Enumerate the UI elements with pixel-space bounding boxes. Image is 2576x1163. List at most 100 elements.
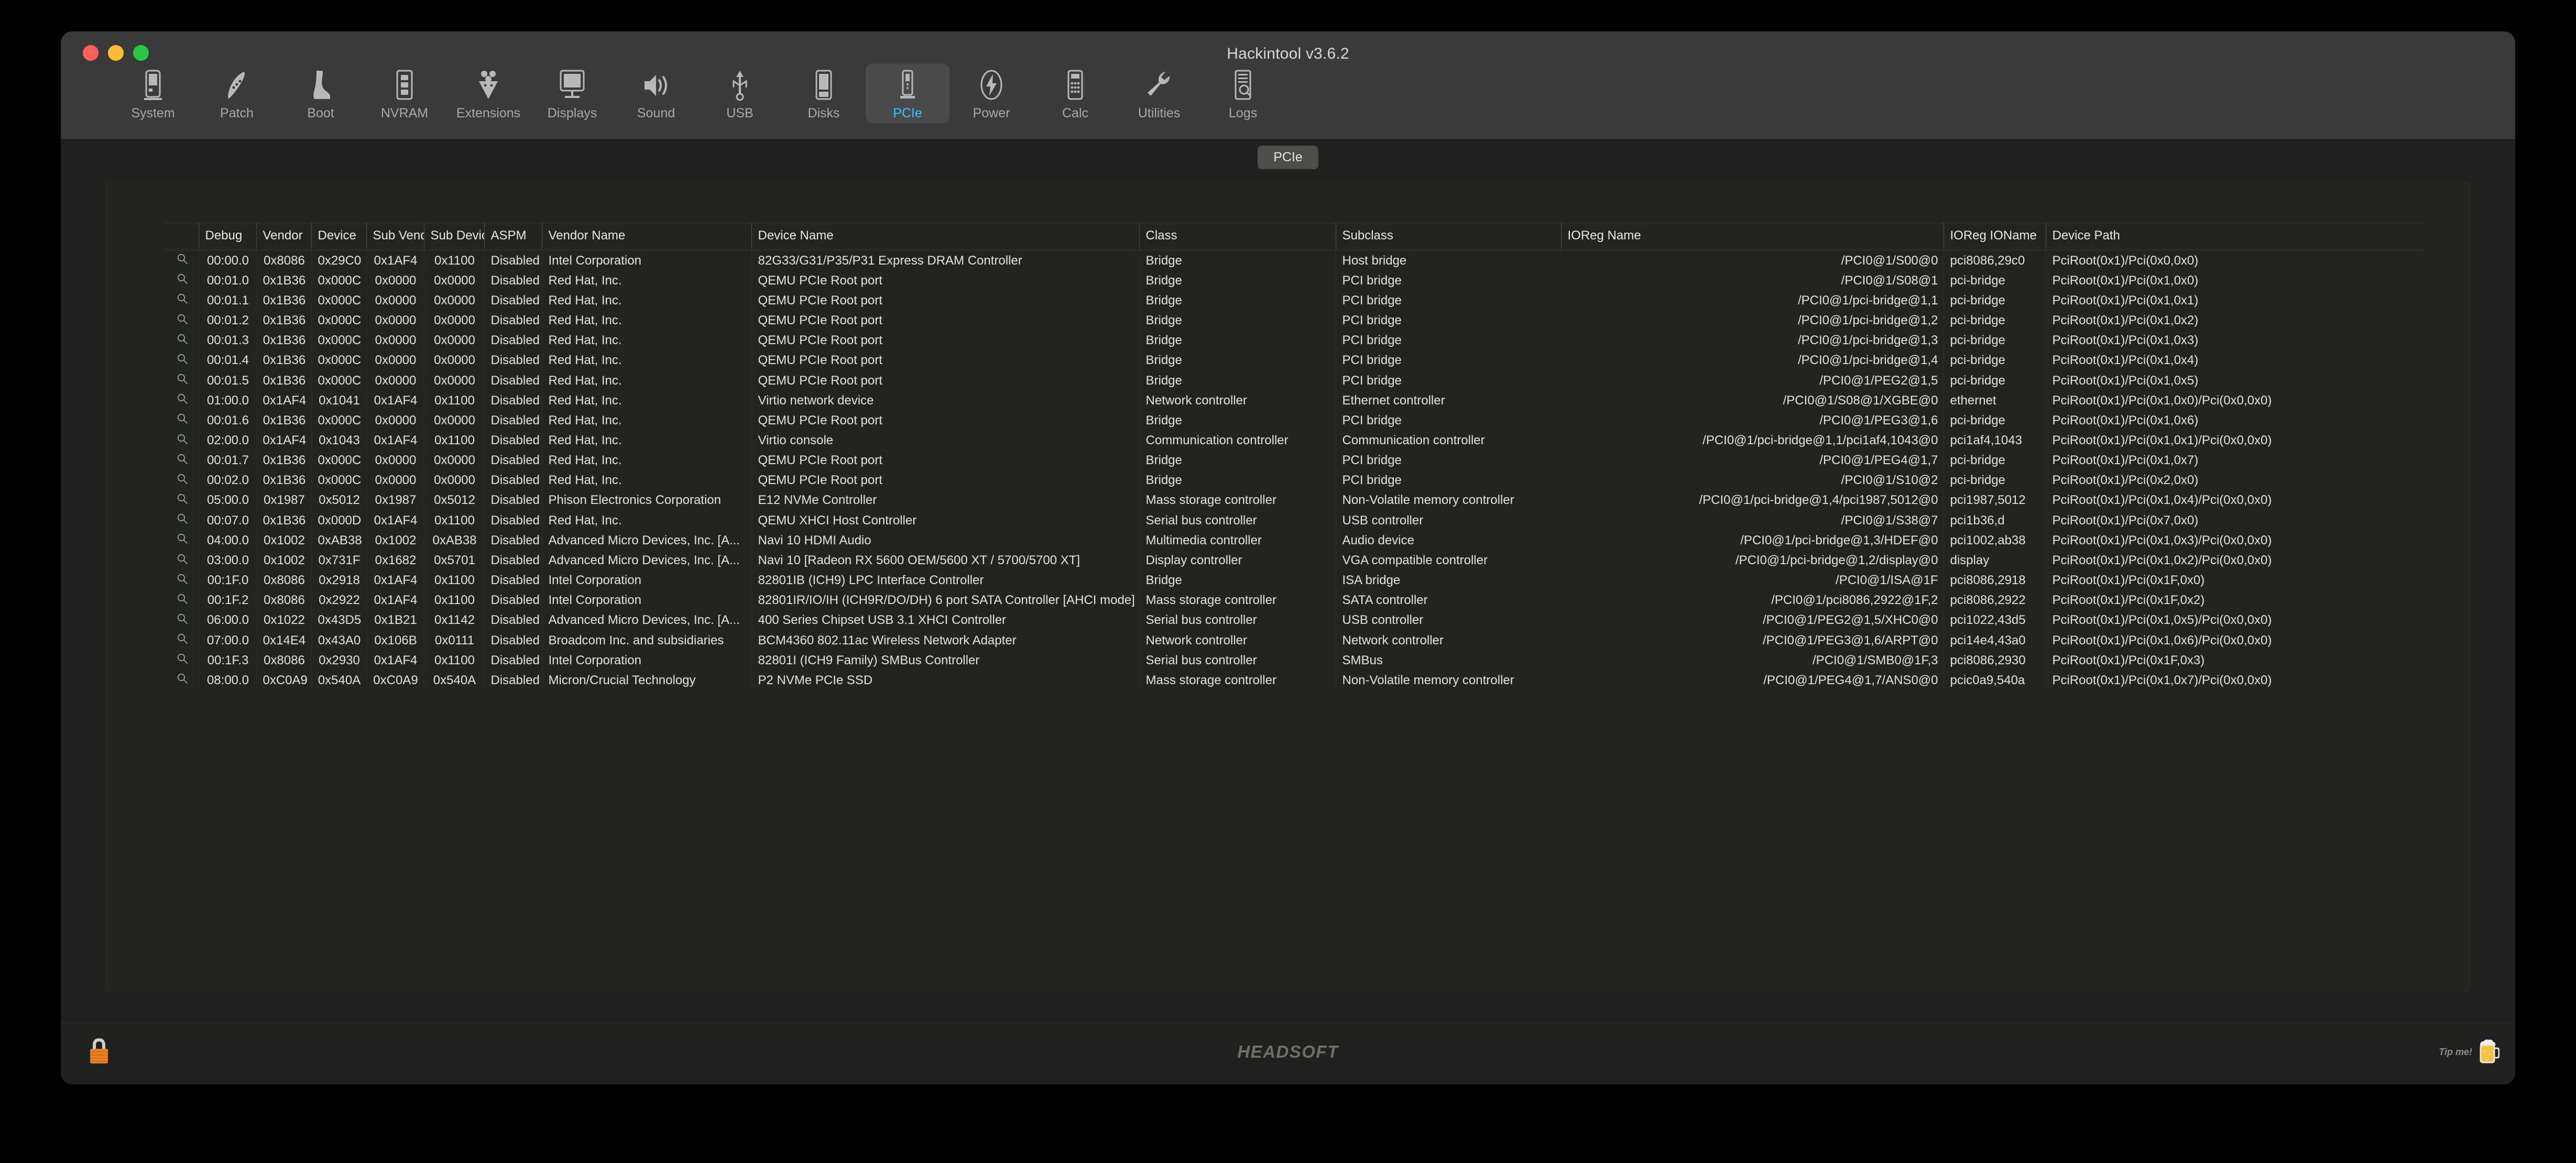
cell-device-path: PciRoot(0x1)/Pci(0x1,0x3) bbox=[2052, 333, 2199, 348]
cell-ioreg-ioname: pci1987,5012 bbox=[1944, 490, 2046, 511]
row-inspect-button[interactable] bbox=[165, 290, 199, 311]
row-inspect-button[interactable] bbox=[165, 370, 199, 391]
tab-pcie[interactable]: PCIe bbox=[1258, 145, 1318, 169]
row-inspect-button[interactable] bbox=[165, 570, 199, 590]
table-row[interactable]: 00:01.7 0x1B36 0x000C 0x0000 0x0000 Disabled R… bbox=[165, 450, 2424, 470]
table-row[interactable]: 00:00.0 0x8086 0x29C0 0x1AF4 0x1100 Disabled I… bbox=[165, 250, 2424, 271]
col-header-ioreg-name[interactable]: IOReg Name bbox=[1561, 223, 1944, 250]
toolbar-label: Extensions bbox=[456, 106, 521, 120]
table-row[interactable]: 00:01.3 0x1B36 0x000C 0x0000 0x0000 Disabled R… bbox=[165, 330, 2424, 350]
beer-mug-icon bbox=[2476, 1038, 2500, 1067]
col-header-class[interactable]: Class bbox=[1139, 223, 1336, 250]
cell-device-path: PciRoot(0x1)/Pci(0x1,0x0)/Pci(0x0,0x0) bbox=[2052, 393, 2272, 408]
row-inspect-button[interactable] bbox=[165, 310, 199, 331]
col-header-sub-device[interactable]: Sub Device bbox=[424, 223, 485, 250]
table-row[interactable]: 04:00.0 0x1002 0xAB38 0x1002 0xAB38 Disabled A… bbox=[165, 530, 2424, 551]
table-row[interactable]: 00:01.4 0x1B36 0x000C 0x0000 0x0000 Disabled R… bbox=[165, 350, 2424, 370]
table-row[interactable]: 00:1F.2 0x8086 0x2922 0x1AF4 0x1100 Disabled I… bbox=[165, 590, 2424, 610]
table-row[interactable]: 00:01.6 0x1B36 0x000C 0x0000 0x0000 Disabled R… bbox=[165, 410, 2424, 431]
cell-subclass: Audio device bbox=[1336, 530, 1562, 551]
magnifier-icon bbox=[177, 571, 188, 590]
magnifier-icon bbox=[177, 451, 188, 470]
toolbar-label: Boot bbox=[307, 106, 334, 120]
cell-device-path: PciRoot(0x1)/Pci(0x1,0x2)/Pci(0x0,0x0) bbox=[2052, 553, 2272, 567]
col-header-ioreg-ioname[interactable]: IOReg IOName bbox=[1944, 223, 2046, 250]
row-inspect-button[interactable] bbox=[165, 610, 199, 630]
toolbar-item-boot[interactable]: Boot bbox=[279, 64, 363, 123]
cell-vendor: 0x1002 bbox=[256, 550, 312, 570]
row-inspect-button[interactable] bbox=[165, 250, 199, 271]
row-inspect-button[interactable] bbox=[165, 590, 199, 610]
table-row[interactable]: 00:07.0 0x1B36 0x000D 0x1AF4 0x1100 Disabled R… bbox=[165, 510, 2424, 531]
col-header-debug[interactable]: Debug bbox=[198, 223, 257, 250]
toolbar-item-extensions[interactable]: Extensions bbox=[446, 64, 530, 123]
tip-me-button[interactable]: Tip me! bbox=[2439, 1038, 2500, 1067]
table-row[interactable]: 00:01.1 0x1B36 0x000C 0x0000 0x0000 Disabled R… bbox=[165, 290, 2424, 311]
toolbar-item-sound[interactable]: Sound bbox=[614, 64, 698, 123]
cell-vendor: 0x14E4 bbox=[256, 630, 312, 651]
toolbar-item-calc[interactable]: Calc bbox=[1033, 64, 1117, 123]
row-inspect-button[interactable] bbox=[165, 630, 199, 651]
cell-device-path: PciRoot(0x1)/Pci(0x1F,0x2) bbox=[2052, 593, 2205, 608]
col-header-vendor-name[interactable]: Vendor Name bbox=[542, 223, 752, 250]
cell-ioreg-ioname: display bbox=[1944, 550, 2046, 570]
col-header-spacer[interactable] bbox=[165, 223, 199, 250]
toolbar-item-patch[interactable]: Patch bbox=[195, 64, 279, 123]
cell-subclass: SMBus bbox=[1336, 650, 1562, 671]
row-inspect-button[interactable] bbox=[165, 350, 199, 370]
col-header-device[interactable]: Device bbox=[311, 223, 367, 250]
col-header-device-path[interactable]: Device Path bbox=[2046, 223, 2424, 250]
row-inspect-button[interactable] bbox=[165, 650, 199, 671]
cell-device-name: QEMU PCIe Root port bbox=[751, 470, 1140, 490]
toolbar-item-nvram[interactable]: NVRAM bbox=[363, 64, 446, 123]
table-row[interactable]: 00:1F.0 0x8086 0x2918 0x1AF4 0x1100 Disabled I… bbox=[165, 570, 2424, 590]
cell-ioreg-ioname: pci1af4,1043 bbox=[1944, 430, 2046, 451]
row-inspect-button[interactable] bbox=[165, 450, 199, 470]
toolbar-item-power[interactable]: Power bbox=[949, 64, 1033, 123]
table-row[interactable]: 00:01.0 0x1B36 0x000C 0x0000 0x0000 Disabled R… bbox=[165, 270, 2424, 291]
table-row[interactable]: 00:01.2 0x1B36 0x000C 0x0000 0x0000 Disabled R… bbox=[165, 310, 2424, 331]
col-header-vendor[interactable]: Vendor bbox=[256, 223, 312, 250]
toolbar-item-usb[interactable]: USB bbox=[698, 64, 782, 123]
cell-sub-device: 0x0000 bbox=[424, 350, 485, 370]
toolbar-item-pcie[interactable]: PCIe bbox=[866, 64, 949, 123]
table-row[interactable]: 07:00.0 0x14E4 0x43A0 0x106B 0x0111 Disabled B… bbox=[165, 630, 2424, 651]
row-inspect-button[interactable] bbox=[165, 490, 199, 511]
col-header-subclass[interactable]: Subclass bbox=[1336, 223, 1562, 250]
cell-device: 0x000C bbox=[311, 450, 367, 470]
row-inspect-button[interactable] bbox=[165, 270, 199, 291]
col-header-device-name[interactable]: Device Name bbox=[751, 223, 1140, 250]
row-inspect-button[interactable] bbox=[165, 470, 199, 490]
row-inspect-button[interactable] bbox=[165, 550, 199, 570]
col-header-aspm[interactable]: ASPM bbox=[484, 223, 542, 250]
toolbar-item-displays[interactable]: Displays bbox=[530, 64, 614, 123]
table-row[interactable]: 02:00.0 0x1AF4 0x1043 0x1AF4 0x1100 Disabled R… bbox=[165, 430, 2424, 451]
cell-subclass: Communication controller bbox=[1336, 430, 1562, 451]
table-row[interactable]: 00:1F.3 0x8086 0x2930 0x1AF4 0x1100 Disabled I… bbox=[165, 650, 2424, 671]
cell-ioreg-ioname: pci-bridge bbox=[1944, 410, 2046, 431]
toolbar-item-system[interactable]: System bbox=[111, 64, 195, 123]
cell-device-name: 82801IB (ICH9) LPC Interface Controller bbox=[751, 570, 1140, 590]
toolbar-item-disks[interactable]: Disks bbox=[782, 64, 866, 123]
row-inspect-button[interactable] bbox=[165, 670, 199, 690]
col-header-sub-vendor[interactable]: Sub Vend... bbox=[366, 223, 424, 250]
cell-debug: 00:01.2 bbox=[199, 310, 257, 331]
table-row[interactable]: 05:00.0 0x1987 0x5012 0x1987 0x5012 Disabled P… bbox=[165, 490, 2424, 511]
row-inspect-button[interactable] bbox=[165, 530, 199, 551]
table-row[interactable]: 00:02.0 0x1B36 0x000C 0x0000 0x0000 Disabled R… bbox=[165, 470, 2424, 490]
row-inspect-button[interactable] bbox=[165, 330, 199, 350]
table-row[interactable]: 03:00.0 0x1002 0x731F 0x1682 0x5701 Disabled A… bbox=[165, 550, 2424, 570]
table-row[interactable]: 08:00.0 0xC0A9 0x540A 0xC0A9 0x540A Disabled M… bbox=[165, 670, 2424, 690]
row-inspect-button[interactable] bbox=[165, 390, 199, 411]
row-inspect-button[interactable] bbox=[165, 410, 199, 431]
table-row[interactable]: 00:01.5 0x1B36 0x000C 0x0000 0x0000 Disabled R… bbox=[165, 370, 2424, 391]
toolbar-item-logs[interactable]: Logs bbox=[1201, 64, 1285, 123]
table-row[interactable]: 06:00.0 0x1022 0x43D5 0x1B21 0x1142 Disabled A… bbox=[165, 610, 2424, 630]
row-inspect-button[interactable] bbox=[165, 510, 199, 531]
table-row[interactable]: 01:00.0 0x1AF4 0x1041 0x1AF4 0x1100 Disabled R… bbox=[165, 390, 2424, 411]
toolbar-label: Patch bbox=[220, 106, 254, 120]
cell-ioreg-ioname: pci8086,29c0 bbox=[1944, 250, 2046, 271]
toolbar-item-utilities[interactable]: Utilities bbox=[1117, 64, 1201, 123]
cell-ioreg-name: /PCI0@1/pci-bridge@1,1 bbox=[1561, 290, 1944, 311]
row-inspect-button[interactable] bbox=[165, 430, 199, 451]
